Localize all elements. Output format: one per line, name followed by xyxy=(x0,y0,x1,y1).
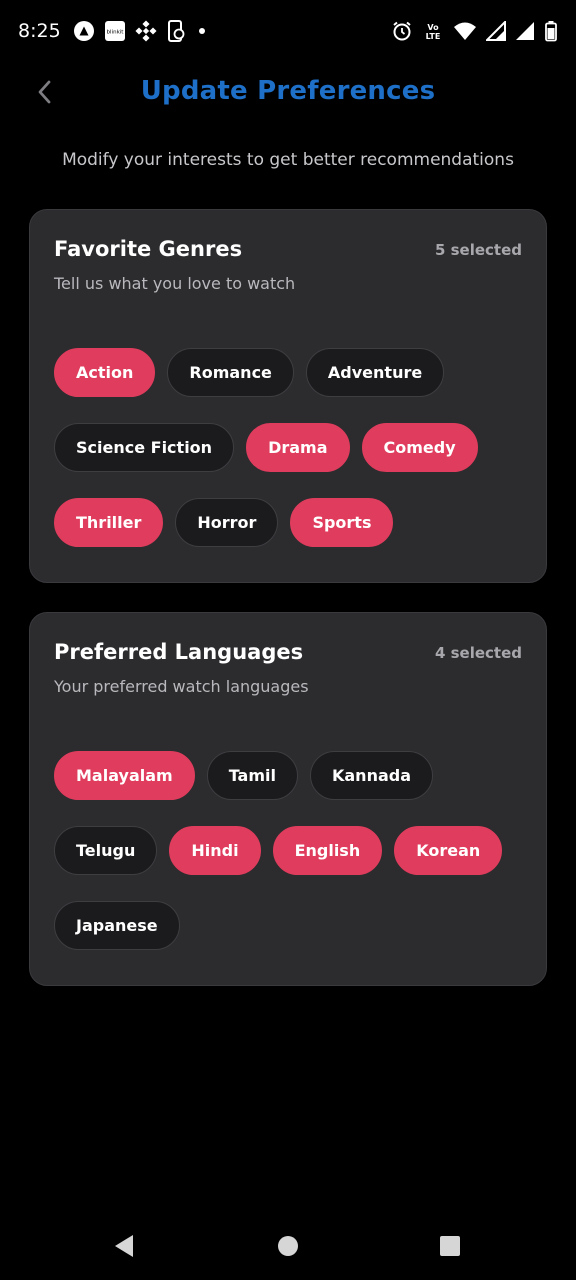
volte-icon: Vo LTE xyxy=(422,20,444,42)
phone-sync-icon xyxy=(166,20,186,42)
genres-selected-count: 5 selected xyxy=(434,241,522,259)
languages-title: Preferred Languages xyxy=(54,640,304,664)
dot-icon xyxy=(195,24,209,38)
genre-chip-science-fiction[interactable]: Science Fiction xyxy=(54,423,235,472)
genre-chip-drama[interactable]: Drama xyxy=(246,423,350,472)
genres-title: Favorite Genres xyxy=(54,237,243,261)
language-chip-list: Malayalam Tamil Kannada Telugu Hindi Eng… xyxy=(54,751,524,950)
blinkit-icon-text: blinkit xyxy=(106,30,124,36)
nav-back-button[interactable] xyxy=(102,1224,146,1268)
alarm-icon xyxy=(391,20,413,42)
page-title: Update Preferences xyxy=(140,76,436,106)
status-right-icons: Vo LTE xyxy=(391,20,558,42)
genre-chip-action[interactable]: Action xyxy=(54,348,156,397)
status-left-icons: blinkit xyxy=(73,20,209,42)
language-chip-telugu[interactable]: Telugu xyxy=(54,826,158,875)
genre-chip-adventure[interactable]: Adventure xyxy=(305,348,445,397)
language-chip-japanese[interactable]: Japanese xyxy=(54,901,180,950)
status-bar: 8:25 blinkit Vo LTE xyxy=(0,0,576,62)
battery-icon xyxy=(544,20,558,42)
nav-home-button[interactable] xyxy=(266,1224,310,1268)
language-chip-korean[interactable]: Korean xyxy=(394,826,503,875)
back-triangle-icon xyxy=(115,1235,133,1257)
status-time: 8:25 xyxy=(18,20,61,42)
signal-icon xyxy=(486,21,506,41)
nav-recents-button[interactable] xyxy=(428,1224,472,1268)
header: Update Preferences xyxy=(0,62,576,126)
blinkit-icon: blinkit xyxy=(104,20,126,42)
genre-chip-horror[interactable]: Horror xyxy=(175,498,279,547)
languages-description: Your preferred watch languages xyxy=(54,677,309,696)
genre-chip-romance[interactable]: Romance xyxy=(167,348,294,397)
languages-card: Preferred Languages 4 selected Your pref… xyxy=(29,612,547,986)
signal-icon xyxy=(515,21,535,41)
screen: 8:25 blinkit Vo LTE Update Preferences M… xyxy=(0,0,576,1280)
svg-text:Vo: Vo xyxy=(427,23,439,32)
genres-card: Favorite Genres 5 selected Tell us what … xyxy=(29,209,547,583)
page-subtitle: Modify your interests to get better reco… xyxy=(62,150,514,170)
wifi-icon xyxy=(453,21,477,41)
genre-chip-list: Action Romance Adventure Science Fiction… xyxy=(54,348,524,547)
home-circle-icon xyxy=(278,1236,298,1256)
genre-chip-comedy[interactable]: Comedy xyxy=(361,423,478,472)
system-nav-bar xyxy=(0,1212,576,1280)
genre-chip-thriller[interactable]: Thriller xyxy=(54,498,164,547)
languages-selected-count: 4 selected xyxy=(434,644,522,662)
language-chip-kannada[interactable]: Kannada xyxy=(309,751,434,800)
binance-icon xyxy=(135,20,157,42)
language-chip-hindi[interactable]: Hindi xyxy=(169,826,261,875)
svg-text:LTE: LTE xyxy=(426,32,441,41)
recents-square-icon xyxy=(440,1236,460,1256)
language-chip-english[interactable]: English xyxy=(272,826,383,875)
language-chip-malayalam[interactable]: Malayalam xyxy=(54,751,195,800)
language-chip-tamil[interactable]: Tamil xyxy=(206,751,298,800)
app-a-icon xyxy=(73,20,95,42)
genre-chip-sports[interactable]: Sports xyxy=(290,498,394,547)
genres-description: Tell us what you love to watch xyxy=(54,274,296,293)
